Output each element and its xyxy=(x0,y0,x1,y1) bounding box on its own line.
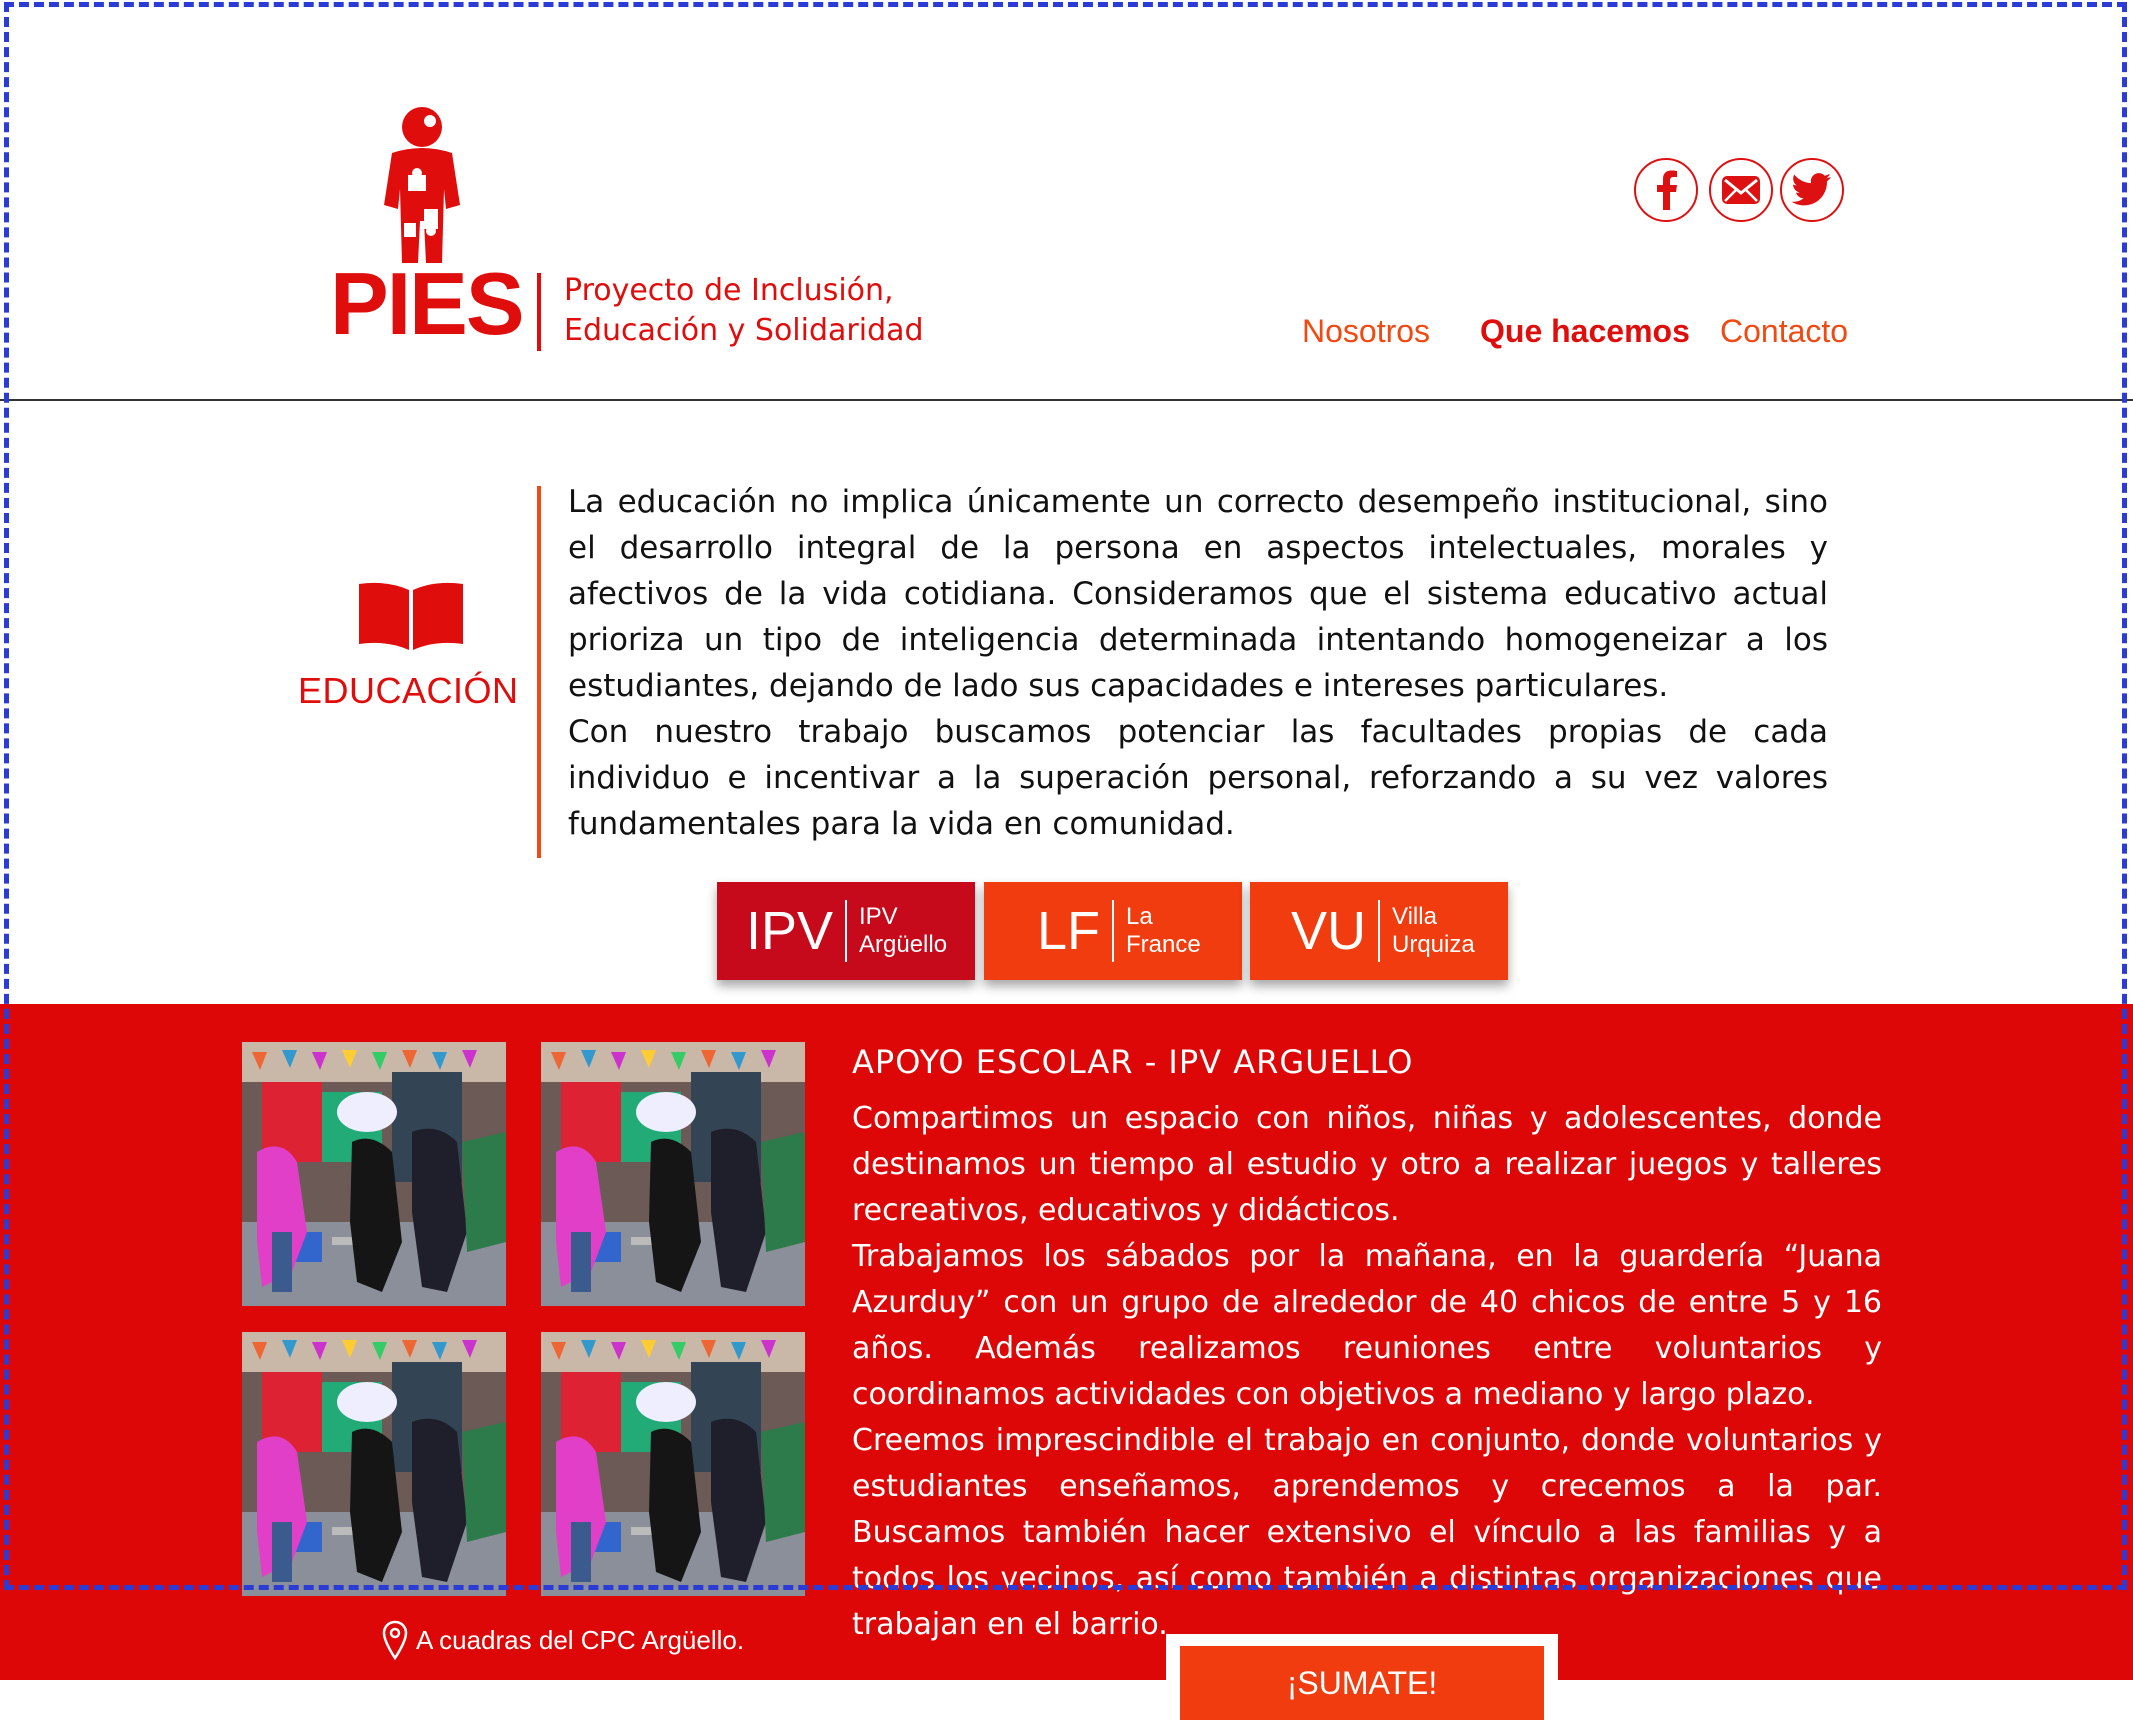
footer-location-text: A cuadras del CPC Argüello. xyxy=(416,1624,745,1655)
education-paragraph: Con nuestro trabajo buscamos potenciar l… xyxy=(568,714,1828,842)
section-divider xyxy=(537,486,541,858)
footer-location: A cuadras del CPC Argüello. xyxy=(382,1620,744,1660)
location-name: La France xyxy=(1126,903,1201,959)
map-pin-icon xyxy=(382,1620,408,1660)
location-button-vu[interactable]: VU Villa Urquiza xyxy=(1250,882,1508,980)
header-divider xyxy=(0,399,2133,401)
facebook-icon xyxy=(1657,170,1677,210)
location-separator xyxy=(845,900,847,962)
twitter-icon xyxy=(1792,173,1831,206)
program-paragraph: Compartimos un espacio con niños, niñas … xyxy=(852,1101,1882,1228)
location-name: Villa Urquiza xyxy=(1392,903,1475,959)
section-title-educacion: EDUCACIÓN xyxy=(298,670,519,711)
program-paragraph: Trabajamos los sábados por la mañana, en… xyxy=(852,1239,1882,1412)
program-description: Compartimos un espacio con niños, niñas … xyxy=(852,1096,1882,1648)
classroom-photo-image xyxy=(242,1332,506,1596)
program-title: APOYO ESCOLAR - IPV ARGUELLO xyxy=(852,1043,1414,1081)
location-separator xyxy=(1378,900,1380,962)
nav-nosotros[interactable]: Nosotros xyxy=(1302,313,1430,350)
gallery-photo[interactable] xyxy=(242,1332,506,1596)
location-name-line1: Villa xyxy=(1392,903,1437,930)
tagline-line2: Educación y Solidaridad xyxy=(564,313,924,348)
tagline-line1: Proyecto de Inclusión, xyxy=(564,273,894,308)
classroom-photo-image xyxy=(541,1042,805,1306)
twitter-link[interactable] xyxy=(1780,158,1844,222)
classroom-photo-image xyxy=(541,1332,805,1596)
location-name-line1: La xyxy=(1126,903,1153,930)
location-abbr: VU xyxy=(1290,901,1366,961)
gallery-photo[interactable] xyxy=(541,1042,805,1306)
brand-name: PIES xyxy=(330,254,525,353)
nav-que-hacemos[interactable]: Que hacemos xyxy=(1480,313,1690,350)
location-name-line1: IPV xyxy=(859,903,898,930)
location-name-line2: France xyxy=(1126,931,1201,958)
program-paragraph: Creemos imprescindible el trabajo en con… xyxy=(852,1423,1882,1642)
location-abbr: LF xyxy=(1036,901,1100,961)
cta-wrapper: ¡SUMATE! xyxy=(1166,1634,1558,1725)
sumate-button[interactable]: ¡SUMATE! xyxy=(1180,1646,1544,1720)
brand-tagline: Proyecto de Inclusión, Educación y Solid… xyxy=(564,271,924,351)
puzzle-person-logo-icon xyxy=(384,107,460,263)
location-separator xyxy=(1112,900,1114,962)
education-paragraph: La educación no implica únicamente un co… xyxy=(568,484,1828,704)
location-button-ipv[interactable]: IPV IPV Argüello xyxy=(717,882,975,980)
education-description: La educación no implica únicamente un co… xyxy=(568,479,1828,847)
mail-link[interactable] xyxy=(1709,158,1773,222)
location-name-line2: Urquiza xyxy=(1392,931,1475,958)
logo-divider xyxy=(537,273,541,351)
gallery-photo[interactable] xyxy=(541,1332,805,1596)
nav-contacto[interactable]: Contacto xyxy=(1720,313,1848,350)
classroom-photo-image xyxy=(242,1042,506,1306)
location-abbr: IPV xyxy=(745,901,833,961)
facebook-link[interactable] xyxy=(1634,158,1698,222)
location-name-line2: Argüello xyxy=(859,931,948,958)
location-button-lf[interactable]: LF La France xyxy=(984,882,1242,980)
mail-icon xyxy=(1722,176,1760,204)
book-icon xyxy=(359,582,463,650)
location-name: IPV Argüello xyxy=(859,903,947,959)
gallery-photo[interactable] xyxy=(242,1042,506,1306)
